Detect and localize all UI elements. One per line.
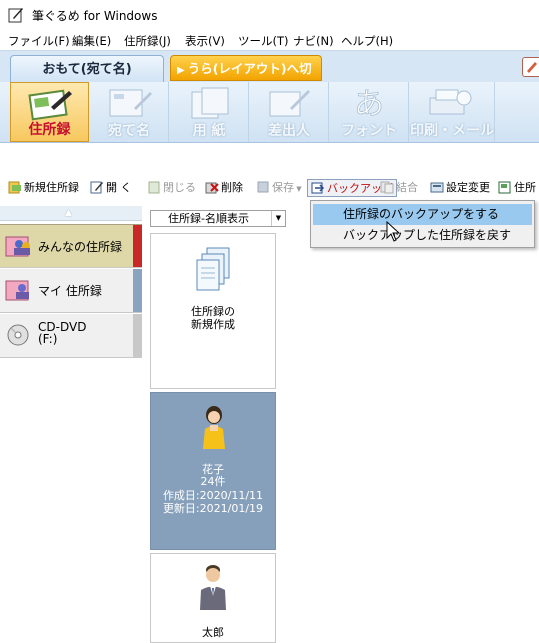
book-item-label-cd: CD-DVD (F:) (38, 321, 86, 345)
ribbon-label: 住所録 (28, 122, 71, 138)
merge-button[interactable]: 結合 (380, 179, 418, 197)
title-bar: 筆ぐるめ for Windows (0, 0, 539, 30)
settings-change-button[interactable]: 設定変更 (430, 179, 490, 197)
ribbon: 住所録 宛て名 用 紙 差出人 あ フォント 印刷・メール (0, 82, 539, 143)
paper-icon (191, 87, 229, 119)
window-title: 筆ぐるめ for Windows (32, 9, 158, 23)
sort-select[interactable]: 住所録-名順表示 ▼ (150, 210, 286, 227)
font-icon: あ (354, 87, 385, 120)
scroll-up-icon: ▲ (65, 208, 72, 218)
ribbon-addressee-button[interactable]: 宛て名 (90, 82, 169, 142)
ribbon-font-button[interactable]: あ フォント (330, 82, 409, 142)
book-item-my[interactable]: マイ 住所録 (0, 269, 142, 313)
pen-icon (527, 62, 537, 73)
merge-label: 結合 (396, 181, 418, 194)
close-button[interactable]: 閉じる (147, 179, 196, 197)
delete-button[interactable]: 削除 (205, 179, 243, 197)
ribbon-paper-button[interactable]: 用 紙 (170, 82, 249, 142)
close-label: 閉じる (163, 181, 196, 194)
svg-text:あ: あ (354, 87, 384, 120)
open-label: 開 く (106, 181, 132, 194)
address-icon (498, 181, 511, 194)
settings-icon (430, 182, 444, 193)
menu-edit[interactable]: 編集(E) (72, 33, 111, 49)
menu-address-book[interactable]: 住所録(J) (124, 33, 171, 49)
backup-dropdown-menu: 住所録のバックアップをする バックアップした住所録を戻す (310, 200, 535, 248)
printer-icon (429, 89, 472, 115)
menu-tools[interactable]: ツール(T) (238, 33, 289, 49)
toolbar: 新規住所録 開 く 閉じる 削除 保存 ▼ バックアップ 結合 設定変更 住所 (0, 177, 539, 199)
close-book-icon (148, 181, 160, 194)
personal-book-icon (5, 280, 29, 301)
ribbon-label: フォント (341, 123, 397, 139)
side-bar (133, 314, 142, 357)
card-new-line1: 住所録の (191, 305, 235, 318)
ribbon-label: 宛て名 (108, 123, 150, 139)
cd-dvd-icon (7, 324, 29, 346)
tab-strip: おもて(宛て名) ▶うら(レイアウト)へ切替 (0, 50, 539, 103)
shared-book-icon (5, 236, 30, 257)
save-disk-icon (257, 181, 269, 193)
book-item-label: マイ 住所録 (38, 284, 102, 298)
ribbon-label: 差出人 (268, 123, 310, 139)
new-address-book-card[interactable]: 住所録の 新規作成 (150, 233, 276, 389)
open-book-icon (90, 181, 103, 194)
ribbon-label: 用 紙 (192, 123, 226, 139)
man-avatar-icon (200, 565, 226, 610)
woman-avatar-icon (203, 406, 225, 449)
new-address-book-button[interactable]: 新規住所録 (8, 179, 79, 197)
card-hanako-created: 作成日:2020/11/11 (162, 489, 264, 502)
menu-help[interactable]: ヘルプ(H) (341, 33, 393, 49)
delete-label: 削除 (221, 181, 243, 194)
ribbon-print-mail-button[interactable]: 印刷・メール (410, 82, 495, 142)
selection-bar (133, 225, 142, 267)
address-book-card-hanako[interactable]: 花子 24件 作成日:2020/11/11 更新日:2021/01/19 (150, 392, 276, 550)
menu-view[interactable]: 表示(V) (185, 33, 225, 49)
menu-navi[interactable]: ナビ(N) (293, 33, 334, 49)
sort-select-value: 住所録-名順表示 (168, 212, 249, 225)
corner-button[interactable] (522, 57, 539, 77)
backup-icon (311, 182, 325, 194)
app-icon (8, 8, 23, 23)
save-label: 保存 (272, 181, 294, 194)
menu-bar: ファイル(F) 編集(E) 住所録(J) 表示(V) ツール(T) ナビ(N) … (0, 30, 539, 50)
menu-file[interactable]: ファイル(F) (8, 33, 70, 49)
new-pages-icon (196, 247, 230, 291)
sender-card-icon (269, 90, 310, 117)
save-button[interactable]: 保存 ▼ (256, 179, 302, 197)
card-new-line2: 新規作成 (191, 318, 235, 331)
address-book-card-taro[interactable]: 太郎 (150, 553, 276, 643)
merge-icon (380, 181, 394, 194)
book-item-cd-dvd[interactable]: CD-DVD (F:) (0, 314, 142, 358)
book-item-everyone[interactable]: みんなの住所録 (0, 224, 142, 268)
address-truncated-button[interactable]: 住所 (498, 179, 536, 197)
settings-label: 設定変更 (446, 181, 490, 194)
save-dropdown-arrow-icon: ▼ (294, 185, 302, 193)
play-arrow-icon: ▶ (177, 65, 185, 76)
chevron-down-icon: ▼ (271, 211, 285, 226)
tab-switch-to-back[interactable]: ▶うら(レイアウト)へ切替 (170, 55, 322, 103)
drive-letter-label: (F:) (38, 332, 58, 346)
ribbon-sender-button[interactable]: 差出人 (250, 82, 329, 142)
menu-item-backup-address-book[interactable]: 住所録のバックアップをする (313, 204, 532, 225)
new-book-icon (8, 181, 21, 194)
side-bar (133, 269, 142, 312)
book-item-label: みんなの住所録 (38, 240, 123, 254)
scroll-up-button[interactable]: ▲ (0, 206, 142, 221)
ribbon-address-book-button[interactable]: 住所録 (10, 82, 89, 142)
tab-front-address[interactable]: おもて(宛て名) (10, 55, 164, 84)
new-book-label: 新規住所録 (24, 181, 79, 194)
card-taro-name: 太郎 (202, 626, 224, 639)
address-book-icon (28, 89, 72, 121)
menu-item-restore-backup[interactable]: バックアップした住所録を戻す (313, 225, 532, 246)
mouse-cursor-icon (386, 221, 401, 242)
delete-icon (205, 182, 219, 194)
open-button[interactable]: 開 く (90, 179, 132, 197)
ribbon-label: 印刷・メール (410, 123, 494, 139)
postcard-icon (109, 89, 152, 117)
card-hanako-updated: 更新日:2021/01/19 (162, 502, 264, 515)
card-hanako-count: 24件 (200, 475, 226, 488)
address-truncated-label: 住所 (514, 181, 536, 194)
address-book-list: ▲ みんなの住所録 マイ 住所録 CD-DVD (F:) (0, 206, 142, 638)
